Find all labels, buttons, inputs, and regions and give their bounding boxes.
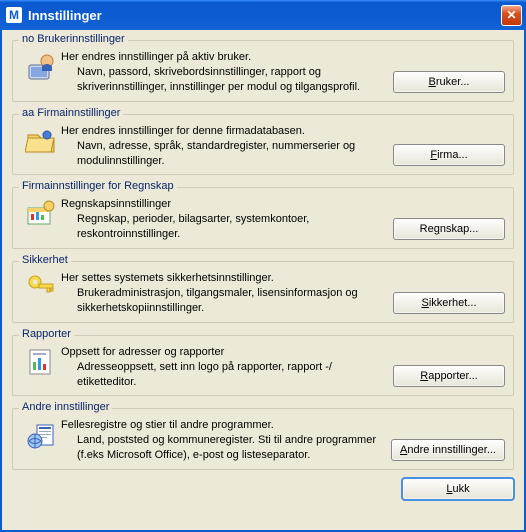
button-label-rest: nskap... [440, 223, 479, 235]
group-label: Andre innstillinger [19, 401, 112, 413]
group-reports: Rapporter Oppsett for adresser og rappor… [12, 335, 514, 397]
window-title: Innstillinger [28, 8, 501, 23]
section-description: Adresseoppsett, sett inn logo på rapport… [61, 360, 385, 390]
group-user-settings: no Brukerinnstillinger Her endres innsti… [12, 40, 514, 102]
button-label-rest: ukk [453, 483, 470, 495]
rapporter-button[interactable]: Rapporter... [393, 365, 505, 387]
sikkerhet-button[interactable]: Sikkerhet... [393, 292, 505, 314]
app-icon: M [6, 7, 22, 23]
section-description: Navn, passord, skrivebordsinnstillinger,… [61, 65, 385, 95]
lukk-button[interactable]: Lukk [402, 478, 514, 500]
section-heading: Her settes systemets sikkerhetsinnstilli… [61, 272, 385, 284]
section-description: Brukeradministrasjon, tilgangsmaler, lis… [61, 286, 385, 316]
dialog-footer: Lukk [12, 478, 514, 500]
bruker-button[interactable]: Bruker... [393, 71, 505, 93]
group-label: no Brukerinnstillinger [19, 33, 128, 45]
group-label: Firmainnstillinger for Regnskap [19, 180, 177, 192]
firma-button[interactable]: Firma... [393, 144, 505, 166]
group-accounting-settings: Firmainnstillinger for Regnskap Regnskap… [12, 187, 514, 249]
user-settings-icon [25, 51, 57, 83]
regnskap-button[interactable]: Regnskap... [393, 218, 505, 240]
group-label: Sikkerhet [19, 254, 71, 266]
reports-icon [25, 346, 57, 378]
group-company-settings: aa Firmainnstillinger Her endres innstil… [12, 114, 514, 176]
section-heading: Her endres innstillinger på aktiv bruker… [61, 51, 385, 63]
other-settings-icon [25, 419, 57, 451]
button-label-rest: irma... [437, 149, 468, 161]
button-label-rest: ndre innstillinger... [407, 444, 496, 456]
dialog-client-area: no Brukerinnstillinger Her endres innsti… [0, 30, 526, 532]
company-folder-icon [25, 125, 57, 157]
section-heading: Fellesregistre og stier til andre progra… [61, 419, 385, 431]
section-description: Land, poststed og kommuneregister. Sti t… [61, 433, 385, 463]
group-other-settings: Andre innstillinger Fellesregistre og st… [12, 408, 514, 470]
button-label-rest: ikkerhet... [429, 297, 477, 309]
section-heading: Her endres innstillinger for denne firma… [61, 125, 385, 137]
group-security: Sikkerhet Her settes systemets sikkerhet… [12, 261, 514, 323]
title-bar: M Innstillinger ✕ [0, 0, 526, 30]
section-description: Regnskap, perioder, bilagsarter, systemk… [61, 212, 385, 242]
section-heading: Regnskapsinnstillinger [61, 198, 385, 210]
button-label-rest: ruker... [436, 76, 470, 88]
button-label-rest: apporter... [428, 370, 478, 382]
security-key-icon [25, 272, 57, 304]
window-close-button[interactable]: ✕ [501, 5, 522, 26]
section-description: Navn, adresse, språk, standardregister, … [61, 139, 385, 169]
group-label: Rapporter [19, 328, 74, 340]
andre-innstillinger-button[interactable]: Andre innstillinger... [391, 439, 505, 461]
section-heading: Oppsett for adresser og rapporter [61, 346, 385, 358]
button-label-pre: Re [420, 223, 434, 235]
group-label: aa Firmainnstillinger [19, 107, 123, 119]
accounting-icon [25, 198, 57, 230]
